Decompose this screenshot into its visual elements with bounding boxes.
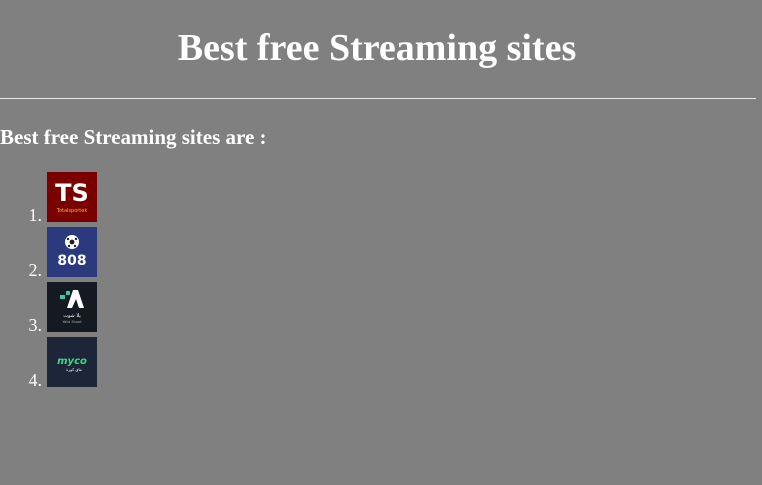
totalsportek-logo[interactable]: TS Totalsportek <box>47 172 97 222</box>
logo-text: 808 <box>57 253 86 269</box>
list-item-number: 4. <box>28 370 43 390</box>
list-item: 1. TS Totalsportek <box>0 172 110 227</box>
site-list: 1. TS Totalsportek 2. 808 3. يلا شوت Yal… <box>0 172 110 392</box>
list-heading: Best free Streaming sites are : <box>0 125 267 149</box>
logo-subtext: يلا شوت <box>63 313 81 319</box>
list-item-number: 3. <box>28 315 43 335</box>
list-item: 2. 808 <box>0 227 110 282</box>
divider <box>0 98 756 99</box>
logo-subtext: ماي كورة <box>66 367 82 372</box>
list-item-number: 2. <box>28 260 43 280</box>
myco-logo[interactable]: myco ماي كورة <box>47 337 97 387</box>
logo-subtext-2: Yalla Shoot <box>62 320 82 324</box>
yalla-shoot-logo[interactable]: يلا شوت Yalla Shoot <box>47 282 97 332</box>
page-title: Best free Streaming sites <box>177 27 577 69</box>
logo-text: TS <box>55 179 89 207</box>
logo-subtext: Totalsportek <box>56 208 88 214</box>
808-logo[interactable]: 808 <box>47 227 97 277</box>
list-item: 4. myco ماي كورة <box>0 337 110 392</box>
list-item: 3. يلا شوت Yalla Shoot <box>0 282 110 337</box>
logo-text: myco <box>57 356 87 367</box>
list-item-number: 1. <box>28 205 43 225</box>
page-header: Best free Streaming sites <box>0 0 762 98</box>
